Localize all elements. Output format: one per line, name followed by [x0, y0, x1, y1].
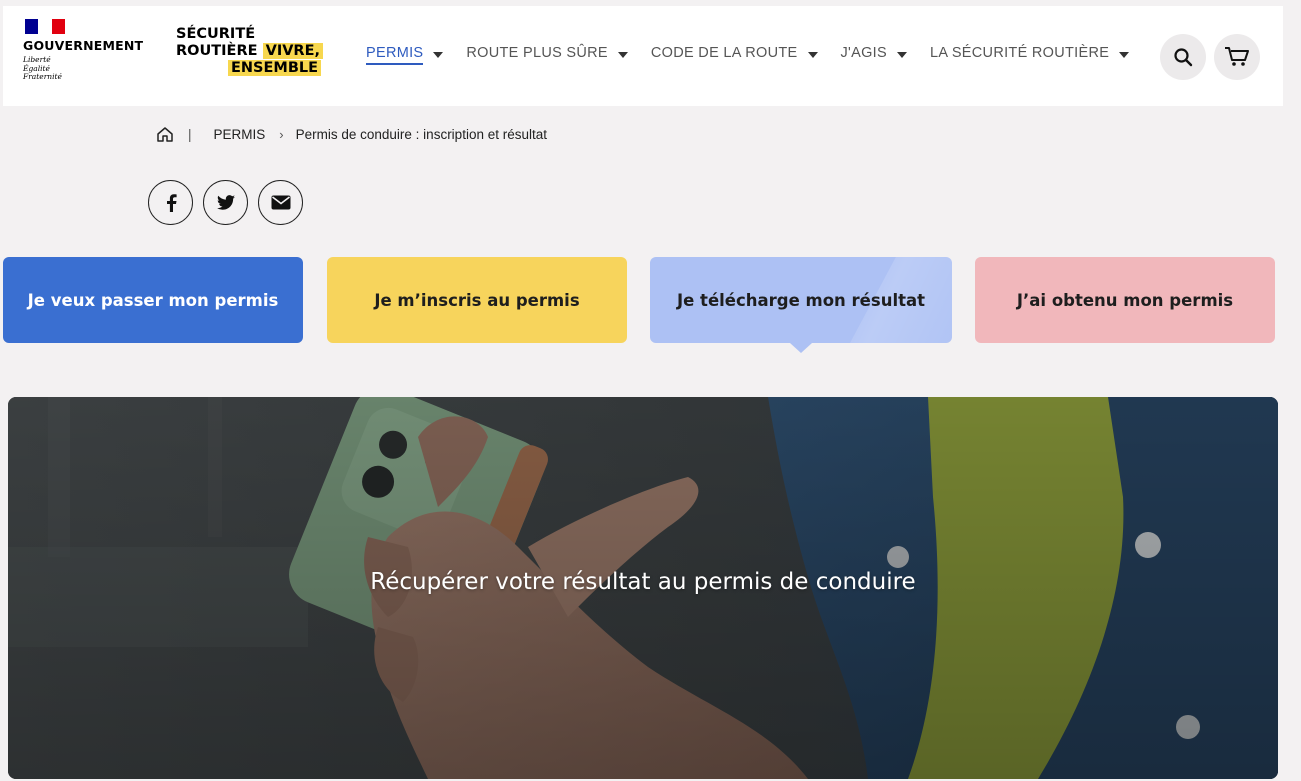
- tile-je-veux-passer-mon-permis[interactable]: Je veux passer mon permis: [3, 257, 303, 343]
- search-button[interactable]: [1160, 34, 1206, 80]
- share-facebook-button[interactable]: [148, 180, 193, 225]
- tile-label: J’ai obtenu mon permis: [1016, 290, 1234, 310]
- caret-down-icon: [896, 52, 907, 58]
- nav-item-la-securite-routiere[interactable]: LA SÉCURITÉ ROUTIÈRE: [929, 45, 1130, 65]
- tile-label: Je télécharge mon résultat: [676, 290, 926, 310]
- email-icon: [271, 195, 290, 210]
- nav-item-label: CODE DE LA ROUTE: [650, 45, 798, 61]
- breadcrumb-item-permis[interactable]: PERMIS: [214, 127, 266, 142]
- cart-icon: [1225, 47, 1249, 66]
- share-buttons: [148, 180, 313, 225]
- tile-label: Je m’inscris au permis: [374, 290, 580, 310]
- gov-title: GOUVERNEMENT: [23, 38, 144, 53]
- nav-item-route-plus-sure[interactable]: ROUTE PLUS SÛRE: [466, 45, 628, 65]
- twitter-icon: [216, 195, 235, 210]
- caret-down-icon: [1119, 52, 1130, 58]
- nav-item-jagis[interactable]: J'AGIS: [841, 45, 907, 65]
- french-flag-icon: [25, 19, 65, 34]
- nav-item-label: ROUTE PLUS SÛRE: [466, 45, 608, 61]
- cart-button[interactable]: [1214, 34, 1260, 80]
- share-email-button[interactable]: [258, 180, 303, 225]
- tile-je-telecharge-mon-resultat[interactable]: Je télécharge mon résultat: [650, 257, 952, 353]
- hero-banner: Récupérer votre résultat au permis de co…: [8, 397, 1278, 779]
- chevron-right-icon: ›: [279, 127, 284, 142]
- caret-down-icon: [433, 52, 444, 58]
- tile-jai-obtenu-mon-permis[interactable]: J’ai obtenu mon permis: [975, 257, 1275, 343]
- selected-indicator-arrow: [790, 343, 812, 353]
- site-header: GOUVERNEMENT Liberté Égalité Fraternité …: [3, 6, 1283, 106]
- facebook-icon: [166, 193, 177, 212]
- nav-item-permis[interactable]: PERMIS: [366, 45, 444, 65]
- caret-down-icon: [617, 52, 628, 58]
- gov-motto: Liberté Égalité Fraternité: [23, 55, 62, 81]
- breadcrumb: | PERMIS › Permis de conduire : inscript…: [156, 126, 547, 143]
- government-logo[interactable]: GOUVERNEMENT Liberté Égalité Fraternité: [23, 19, 143, 82]
- nav-item-label: J'AGIS: [840, 45, 887, 61]
- breadcrumb-current: Permis de conduire : inscription et résu…: [295, 127, 547, 142]
- nav-item-label: PERMIS: [366, 45, 424, 65]
- caret-down-icon: [807, 52, 818, 58]
- nav-item-code-de-la-route[interactable]: CODE DE LA ROUTE: [651, 45, 818, 65]
- nav-item-label: LA SÉCURITÉ ROUTIÈRE: [929, 45, 1110, 61]
- main-nav: PERMIS ROUTE PLUS SÛRE CODE DE LA ROUTE …: [366, 45, 1152, 65]
- tile-label: Je veux passer mon permis: [27, 290, 279, 310]
- breadcrumb-separator: |: [188, 127, 192, 142]
- share-twitter-button[interactable]: [203, 180, 248, 225]
- hero-title: Récupérer votre résultat au permis de co…: [370, 569, 916, 595]
- home-icon[interactable]: [156, 126, 174, 143]
- securite-routiere-logo[interactable]: SÉCURITÉ ROUTIÈRE VIVRE, ENSEMBLE: [176, 26, 324, 77]
- search-icon: [1174, 48, 1193, 67]
- tile-je-minscris-au-permis[interactable]: Je m’inscris au permis: [327, 257, 627, 343]
